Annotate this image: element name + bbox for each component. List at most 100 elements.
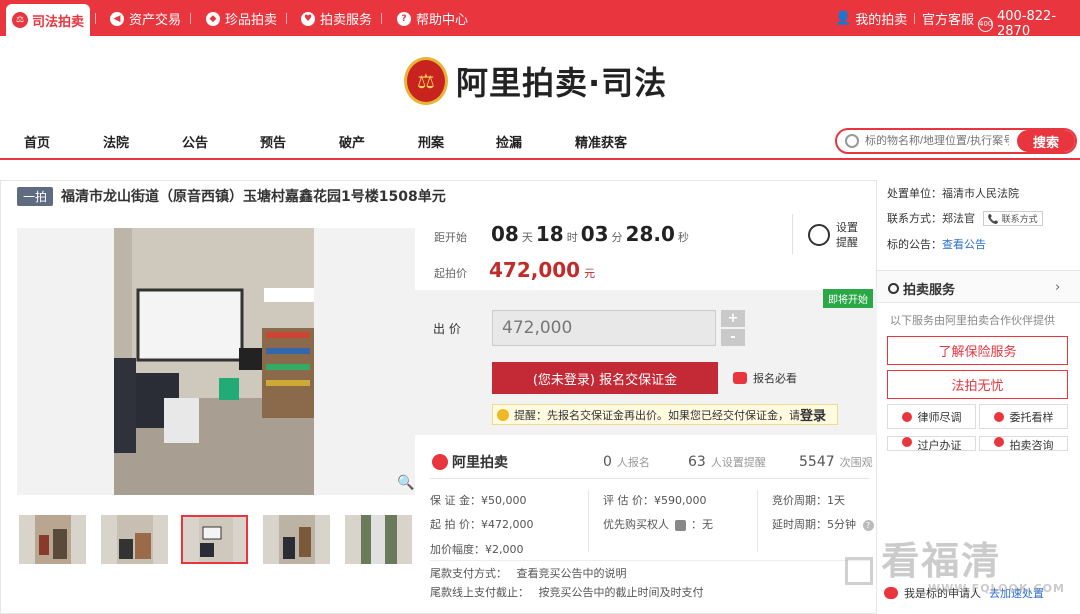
- set-reminder-button[interactable]: 设置 提醒: [808, 220, 858, 250]
- thumbnail-2[interactable]: [101, 515, 168, 564]
- view-notice-link[interactable]: 查看公告: [942, 238, 986, 251]
- insurance-service-button[interactable]: 了解保险服务: [887, 336, 1068, 365]
- bid-amount-input[interactable]: 472,000: [492, 310, 716, 346]
- court-emblem-icon: ⚖: [404, 57, 448, 105]
- alarm-clock-icon: [808, 224, 830, 246]
- chevron-right-icon[interactable]: ›: [1055, 280, 1060, 295]
- signup-deposit-button[interactable]: (您未登录) 报名交保证金: [492, 362, 718, 394]
- final-payment-info: 尾款支付方式： 查看竞买公告中的说明: [430, 565, 627, 581]
- nav-bankruptcy[interactable]: 破产: [339, 132, 365, 151]
- notice-row: 标的公告：查看公告: [887, 236, 986, 252]
- room-photo-drawing: [114, 228, 314, 495]
- bid-decrease-button[interactable]: -: [721, 329, 745, 346]
- my-auction-link[interactable]: 👤 我的拍卖: [835, 9, 907, 28]
- view-count-label: 次围观: [839, 456, 873, 469]
- divider: [430, 560, 870, 561]
- customer-service-link[interactable]: 官方客服: [922, 9, 974, 28]
- nav-court[interactable]: 法院: [103, 132, 129, 151]
- phone-number: 400 400-822-2870: [978, 9, 1080, 39]
- nav-auction-service[interactable]: ♥ 拍卖服务: [301, 9, 372, 28]
- item-title-bar: 一拍 福清市龙山街道（原音西镇）玉塘村嘉鑫花园1号楼1508单元: [17, 186, 446, 206]
- bid-cycle-info: 竞价周期：1天: [772, 494, 845, 507]
- ali-auction-brand: 阿里拍卖: [432, 452, 508, 472]
- nav-notice[interactable]: 公告: [182, 132, 208, 151]
- nav-leads[interactable]: 精准获客: [575, 132, 627, 151]
- countdown-label: 距开始: [434, 231, 467, 244]
- countdown-seconds-unit: 秒: [677, 231, 689, 244]
- starting-soon-badge: 即将开始: [823, 289, 873, 308]
- payment-deadline-label: 尾款线上支付截止：: [430, 586, 529, 599]
- user-icon: 👤: [835, 11, 852, 26]
- nav-preview[interactable]: 预告: [260, 132, 286, 151]
- countdown: 距开始 08 天 18 时 03 分 28.0 秒: [434, 222, 692, 246]
- appraisal-info: 评 估 价：¥590,000: [603, 494, 707, 507]
- contact-label: 联系方式：: [887, 212, 942, 225]
- delay-cycle-label: 延时周期：5分钟: [772, 518, 856, 531]
- signup-count: 0 人报名: [603, 454, 650, 470]
- ali-auction-brand-label: 阿里拍卖: [452, 455, 508, 471]
- search-button[interactable]: 搜索: [1017, 130, 1075, 152]
- login-tip-text: 提醒：先报名交保证金再出价。如果您已经交付保证金，请: [514, 408, 800, 422]
- auction-consult-button[interactable]: 拍卖咨询: [979, 436, 1068, 451]
- start-price: 起拍价 472,000 元: [434, 258, 595, 282]
- nav-bargain[interactable]: 捡漏: [496, 132, 522, 151]
- transfer-label: 过户办证: [917, 439, 962, 451]
- service-title-label: 拍卖服务: [903, 283, 956, 298]
- nav-help-center[interactable]: ? 帮助中心: [397, 9, 468, 28]
- final-payment-value: 查看竞买公告中的说明: [516, 567, 627, 580]
- increment-info: 加价幅度：¥2,000: [430, 543, 524, 556]
- info-icon[interactable]: [674, 519, 686, 531]
- customer-service-label: 官方客服: [922, 13, 975, 28]
- set-reminder-label: 设置 提醒: [836, 220, 858, 250]
- site-logo[interactable]: ⚖ 阿里拍卖·司法: [404, 57, 667, 105]
- priority-buyer-value: ：无: [691, 518, 713, 531]
- search-input[interactable]: [859, 135, 1009, 147]
- coins-icon: [733, 372, 747, 384]
- bid-increase-button[interactable]: +: [721, 310, 745, 327]
- thumbnail-3-image: [183, 517, 246, 562]
- watermark-url: WWW.FQLOOK.COM: [928, 582, 1065, 595]
- headset-icon: [888, 283, 899, 294]
- nav-asset-trade[interactable]: ◀ 资产交易: [110, 9, 181, 28]
- nav-home[interactable]: 首页: [24, 132, 50, 151]
- divider: [914, 13, 915, 24]
- location-icon: [993, 411, 1004, 422]
- nav-auction-service-label: 拍卖服务: [320, 13, 373, 28]
- countdown-days: 08: [491, 222, 519, 246]
- transfer-button[interactable]: 过户办证: [887, 436, 976, 451]
- contact-row: 联系方式：郑法官 📞 联系方式: [887, 210, 1043, 226]
- must-read-link[interactable]: 报名必看: [733, 370, 797, 386]
- thumbnail-1[interactable]: [19, 515, 86, 564]
- worry-free-button[interactable]: 法拍无忧: [887, 370, 1068, 399]
- search-icon: [845, 134, 859, 148]
- item-title: 福清市龙山街道（原音西镇）玉塘村嘉鑫花园1号楼1508单元: [61, 189, 446, 205]
- phone-label: 400-822-2870: [997, 9, 1057, 39]
- main-image[interactable]: [17, 228, 415, 495]
- tab-judicial-auction[interactable]: ⚖ 司法拍卖: [6, 4, 90, 36]
- signup-count-label: 人报名: [616, 456, 650, 469]
- login-link[interactable]: 登录: [800, 405, 826, 424]
- thumbnail-5[interactable]: [345, 515, 412, 564]
- signup-count-value: 0: [603, 454, 612, 470]
- lawyer-check-button[interactable]: 律师尽调: [887, 404, 976, 429]
- nav-criminal[interactable]: 刑案: [418, 132, 444, 151]
- entrust-viewing-button[interactable]: 委托看样: [979, 404, 1068, 429]
- nav-treasure-auction[interactable]: ◆ 珍品拍卖: [206, 9, 277, 28]
- view-count-value: 5547: [799, 454, 835, 470]
- contact-button[interactable]: 📞 联系方式: [982, 211, 1043, 226]
- divider: [286, 13, 287, 24]
- top-bar: ⚖ 司法拍卖 ◀ 资产交易 ◆ 珍品拍卖 ♥ 拍卖服务 ? 帮助中心 👤 我的拍…: [0, 0, 1080, 39]
- zoom-icon[interactable]: 🔍: [397, 475, 414, 491]
- thumbnail-1-image: [19, 515, 86, 564]
- watermark-text: 看福清: [881, 539, 1002, 583]
- my-auction-label: 我的拍卖: [855, 13, 908, 28]
- auction-consult-label: 拍卖咨询: [1009, 439, 1054, 451]
- thumbnail-3-selected[interactable]: [181, 515, 248, 564]
- service-note: 以下服务由阿里拍卖合作伙伴提供: [890, 314, 1055, 327]
- service-title: 拍卖服务: [888, 279, 955, 298]
- round-badge: 一拍: [17, 186, 54, 206]
- contact-button-label: 联系方式: [1001, 215, 1038, 225]
- room-photo: [114, 228, 314, 495]
- nav-help-center-label: 帮助中心: [416, 13, 469, 28]
- thumbnail-4[interactable]: [263, 515, 330, 564]
